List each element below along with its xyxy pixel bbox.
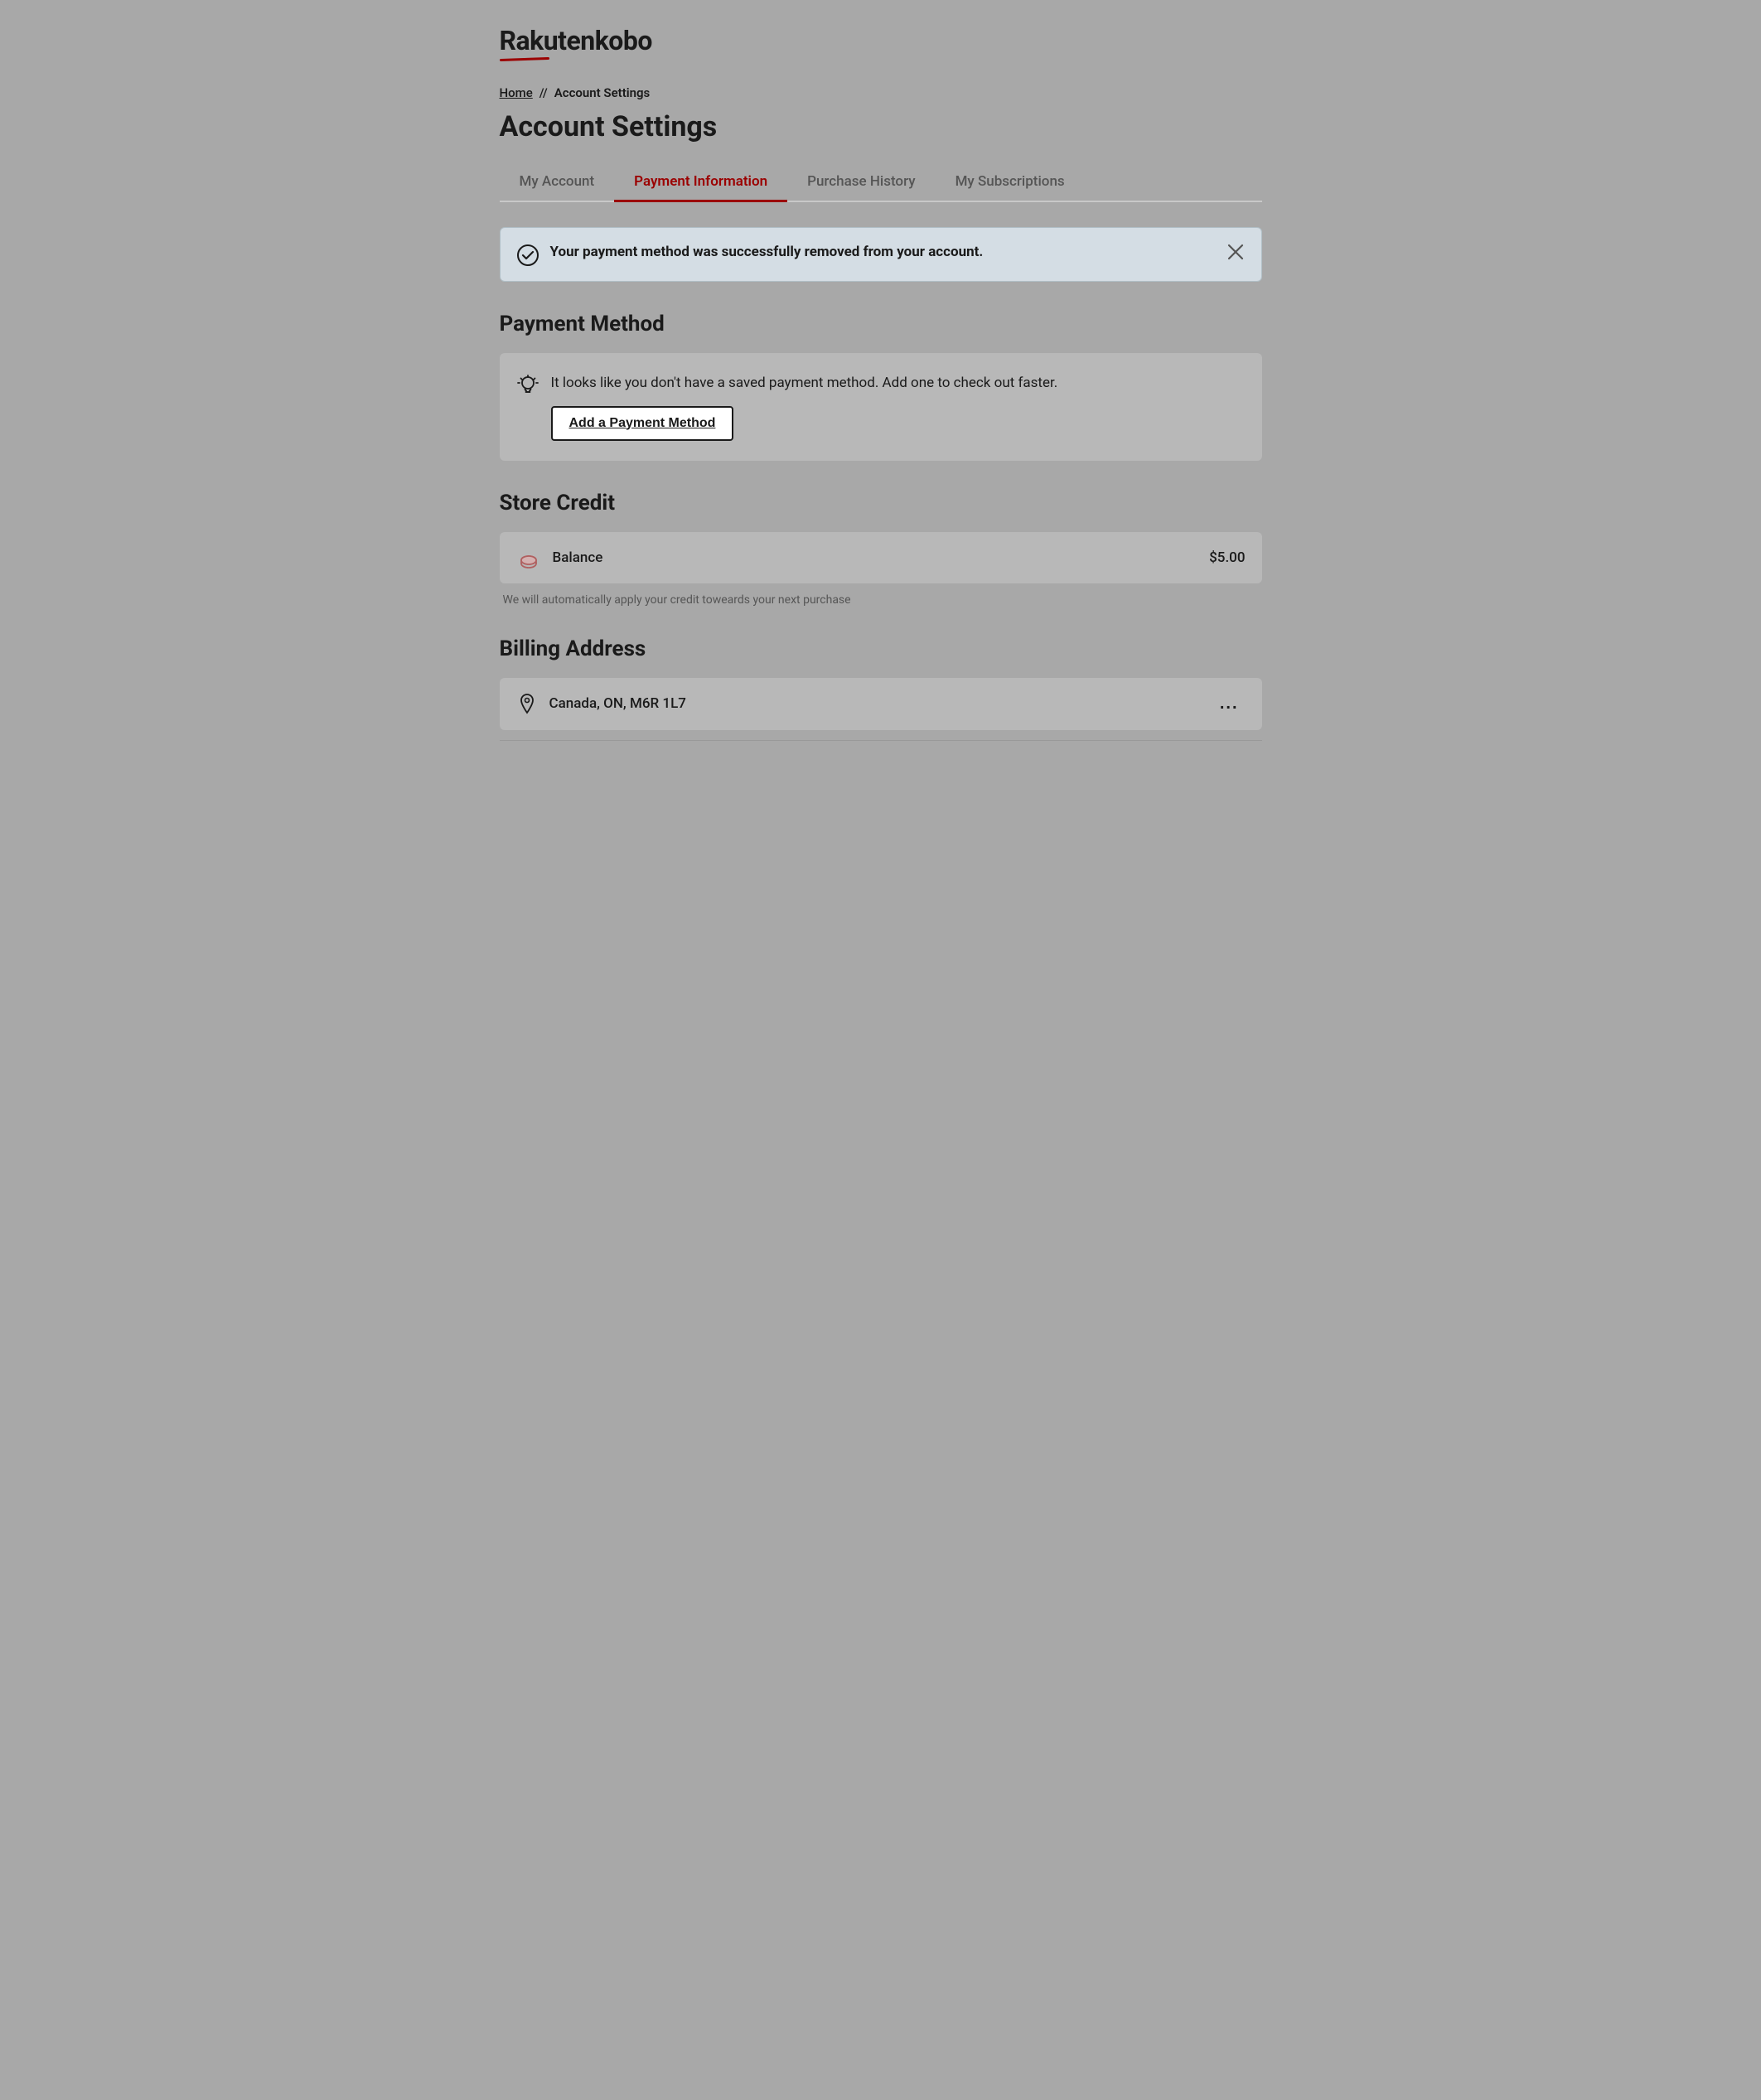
page-title: Account Settings — [500, 110, 1262, 143]
balance-label: Balance — [553, 549, 603, 566]
logo-part1: Rakuten — [500, 25, 595, 56]
breadcrumb-separator: // — [539, 85, 548, 100]
store-credit-section: Store Credit Balance $5.00 We will autom… — [500, 491, 1262, 607]
balance-icon — [516, 545, 541, 570]
tabs-nav: My Account Payment Information Purchase … — [500, 163, 1262, 202]
payment-method-box: It looks like you don't have a saved pay… — [500, 353, 1262, 461]
billing-address-section: Billing Address Canada, ON, M6R 1L7 ... — [500, 636, 1262, 741]
balance-left: Balance — [516, 545, 603, 570]
payment-method-info-text: It looks like you don't have a saved pay… — [551, 373, 1246, 394]
tab-purchase-history[interactable]: Purchase History — [787, 163, 935, 202]
address-text: Canada, ON, M6R 1L7 — [549, 695, 686, 712]
payment-method-content: It looks like you don't have a saved pay… — [551, 373, 1246, 441]
store-credit-title: Store Credit — [500, 491, 1262, 515]
success-banner: Your payment method was successfully rem… — [500, 227, 1262, 282]
billing-address-title: Billing Address — [500, 636, 1262, 661]
location-icon — [516, 693, 538, 714]
logo-text: Rakutenkobo — [500, 25, 1262, 56]
more-options-button[interactable]: ... — [1213, 691, 1246, 717]
payment-method-title: Payment Method — [500, 312, 1262, 336]
payment-method-section: Payment Method It looks like you don't h… — [500, 312, 1262, 461]
add-payment-method-button[interactable]: Add a Payment Method — [551, 406, 734, 441]
address-divider — [500, 740, 1262, 741]
tab-my-account[interactable]: My Account — [500, 163, 615, 202]
logo-part2: kobo — [595, 25, 652, 56]
logo-underline — [499, 57, 549, 61]
balance-amount: $5.00 — [1209, 549, 1245, 566]
balance-row: Balance $5.00 — [500, 532, 1262, 583]
credit-note: We will automatically apply your credit … — [500, 593, 1262, 607]
tab-payment-information[interactable]: Payment Information — [614, 163, 787, 202]
breadcrumb-current: Account Settings — [554, 85, 651, 100]
lightbulb-icon — [516, 375, 539, 398]
address-left: Canada, ON, M6R 1L7 — [516, 693, 686, 714]
address-row: Canada, ON, M6R 1L7 ... — [500, 678, 1262, 730]
breadcrumb-home-link[interactable]: Home — [500, 85, 533, 100]
breadcrumb: Home // Account Settings — [500, 85, 1262, 100]
tab-my-subscriptions[interactable]: My Subscriptions — [936, 163, 1085, 202]
close-icon[interactable] — [1226, 243, 1245, 261]
success-banner-left: Your payment method was successfully rem… — [517, 243, 984, 266]
checkmark-icon — [517, 244, 539, 266]
success-banner-text: Your payment method was successfully rem… — [550, 243, 984, 263]
logo: Rakutenkobo — [500, 25, 1262, 60]
